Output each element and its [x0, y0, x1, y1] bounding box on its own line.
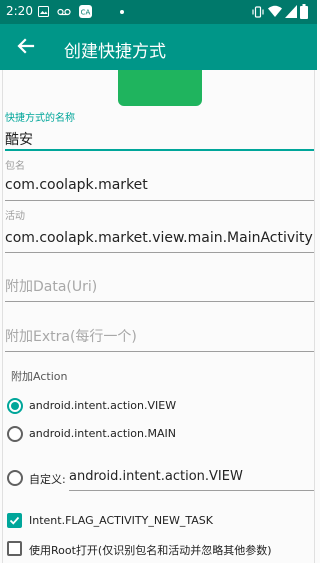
checkbox-unchecked-icon[interactable]	[7, 541, 22, 556]
extra-field[interactable]: 附加Extra(每行一个)	[3, 316, 314, 352]
radio-unchecked-icon[interactable]	[7, 470, 23, 486]
page-title: 创建快捷方式	[64, 42, 166, 62]
app-bar: 创建快捷方式	[0, 24, 317, 70]
radio-checked-icon[interactable]	[7, 398, 23, 414]
more-notifications-dot	[120, 10, 124, 14]
coolapk-logo-icon	[136, 70, 184, 84]
shortcut-name-label: 快捷方式的名称	[5, 113, 75, 124]
new-task-flag-label: Intent.FLAG_ACTIVITY_NEW_TASK	[29, 514, 213, 527]
data-uri-field[interactable]: 附加Data(Uri)	[3, 266, 314, 302]
package-underline	[5, 200, 314, 201]
battery-icon	[300, 4, 308, 19]
action-main-label: android.intent.action.MAIN	[29, 427, 176, 440]
custom-action-input[interactable]: android.intent.action.VIEW	[69, 466, 314, 491]
checkbox-checked-icon[interactable]	[7, 513, 22, 528]
shortcut-name-field[interactable]: 快捷方式的名称 酷安	[3, 107, 314, 151]
extra-placeholder[interactable]: 附加Extra(每行一个)	[5, 326, 137, 346]
activity-underline	[5, 252, 314, 253]
wifi-icon	[268, 5, 282, 17]
package-field[interactable]: 包名 com.coolapk.market	[3, 154, 314, 201]
shortcut-name-underline	[5, 149, 314, 151]
activity-value[interactable]: com.coolapk.market.view.main.MainActivit…	[5, 230, 314, 246]
action-radio-view[interactable]: android.intent.action.VIEW	[7, 396, 307, 418]
action-section-label: 附加Action	[11, 370, 68, 383]
package-label: 包名	[5, 161, 25, 172]
activity-field[interactable]: 活动 com.coolapk.market.view.main.MainActi…	[3, 204, 314, 253]
app-icon-button[interactable]	[118, 70, 202, 106]
custom-action-label: 自定义:	[29, 473, 66, 486]
new-task-flag-checkbox[interactable]: Intent.FLAG_ACTIVITY_NEW_TASK	[7, 511, 313, 531]
vibrate-icon	[252, 6, 264, 18]
custom-action-value[interactable]: android.intent.action.VIEW	[69, 469, 243, 484]
package-value[interactable]: com.coolapk.market	[5, 177, 314, 193]
image-icon	[38, 6, 49, 17]
action-radio-main[interactable]: android.intent.action.MAIN	[7, 424, 307, 446]
extra-underline	[5, 351, 314, 352]
svg-text:CA: CA	[81, 9, 91, 17]
arrow-left-icon[interactable]	[12, 32, 40, 60]
radio-unchecked-icon[interactable]	[7, 426, 23, 442]
custom-action-underline	[69, 490, 314, 491]
shortcut-name-value[interactable]: 酷安	[5, 129, 314, 149]
shortcut-form: 快捷方式的名称 酷安 包名 com.coolapk.market 活动 com.…	[2, 70, 315, 563]
signal-icon	[285, 5, 297, 18]
activity-label: 活动	[5, 211, 25, 222]
ca-icon: CA	[79, 5, 92, 18]
root-open-checkbox[interactable]: 使用Root打开(仅识别包名和活动并忽略其他参数)	[7, 539, 313, 559]
data-uri-underline	[5, 301, 314, 302]
checkmark-icon	[9, 516, 20, 525]
action-radio-custom[interactable]: 自定义:	[7, 468, 71, 490]
status-time: 2:20	[6, 4, 33, 18]
voicemail-icon	[57, 8, 71, 16]
root-open-label: 使用Root打开(仅识别包名和活动并忽略其他参数)	[29, 544, 272, 557]
data-uri-placeholder[interactable]: 附加Data(Uri)	[5, 276, 97, 296]
status-bar: 2:20 CA	[0, 0, 317, 24]
action-view-label: android.intent.action.VIEW	[29, 399, 177, 412]
